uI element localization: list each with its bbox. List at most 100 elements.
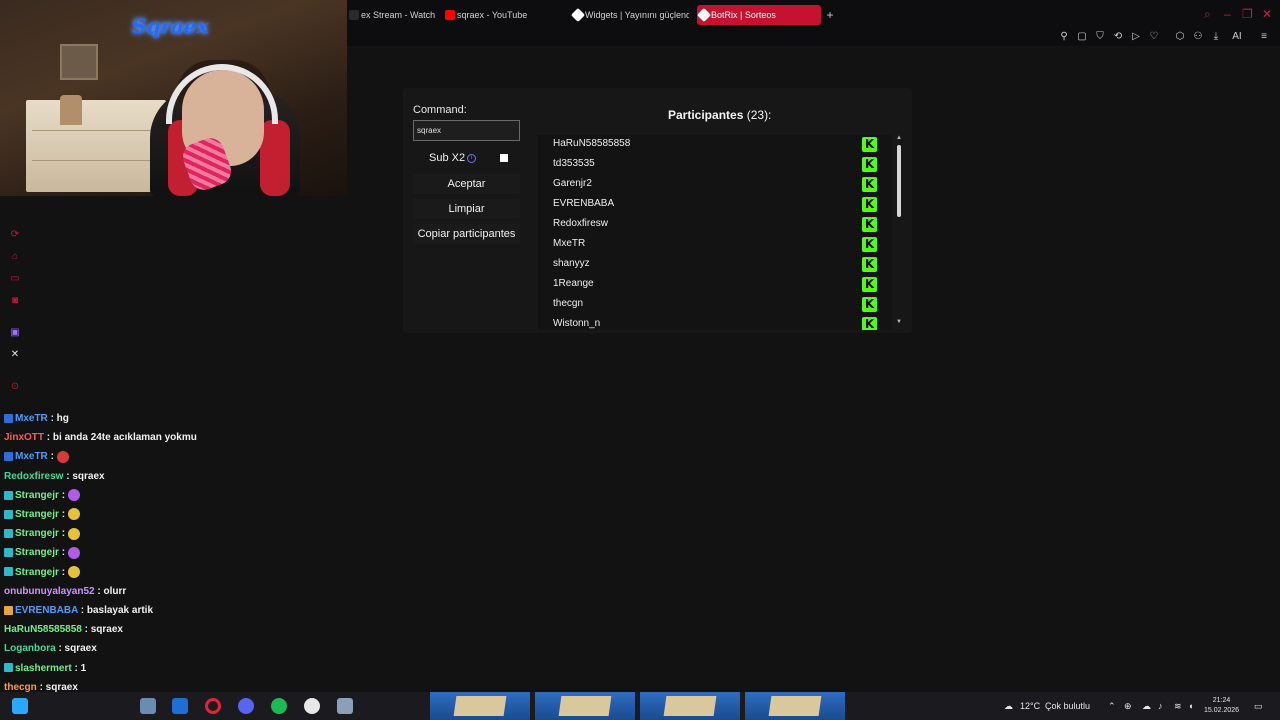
info-icon[interactable]: i <box>467 154 476 163</box>
kick-icon: K <box>862 217 877 232</box>
accept-button[interactable]: Aceptar <box>413 174 520 194</box>
play-icon[interactable]: ▷ <box>1129 30 1143 44</box>
participants-scrollbar[interactable]: ▲ ▼ <box>895 135 903 330</box>
scroll-down-arrow-icon[interactable]: ▼ <box>895 319 903 327</box>
minimize-icon[interactable]: – <box>1224 7 1231 21</box>
notification-icon[interactable]: ▭ <box>1254 692 1263 720</box>
start-icon[interactable] <box>12 698 28 714</box>
chat-emote-icon <box>67 489 80 502</box>
chat-badge-icon <box>4 548 13 558</box>
chat-message: Redoxfiresw : sqraex <box>4 468 105 486</box>
bag-icon[interactable]: ⌂ <box>8 250 22 264</box>
scroll-up-arrow-icon[interactable]: ▲ <box>895 135 903 143</box>
command-input[interactable] <box>413 120 520 141</box>
participant-row: Redoxfiresw K <box>538 215 892 235</box>
maximize-icon[interactable]: ❐ <box>1242 7 1253 21</box>
participant-name: td353535 <box>553 158 595 169</box>
taskbar-preview[interactable] <box>640 692 740 720</box>
chat-username[interactable]: Loganbora <box>4 643 56 654</box>
chat-username[interactable]: Strangejr <box>15 528 59 539</box>
chat-username[interactable]: slashermert <box>15 663 72 674</box>
tab-widgets[interactable]: Widgets | Yayınını güçlend <box>571 5 689 25</box>
twitch-icon[interactable]: ▣ <box>8 326 22 340</box>
chat-username[interactable]: MxeTR <box>15 451 48 462</box>
messenger-icon[interactable]: ◙ <box>8 294 22 308</box>
more-icon[interactable]: ⊙ <box>8 380 22 394</box>
snapshot-icon[interactable]: ▢ <box>1075 30 1089 44</box>
taskbar-preview[interactable] <box>430 692 530 720</box>
chat-username[interactable]: Redoxfiresw <box>4 471 63 482</box>
weather-desc[interactable]: Çok bulutlu <box>1045 692 1090 720</box>
tray-chevron-icon[interactable]: ⌃ <box>1108 692 1116 720</box>
chat-text: : bi anda 24te acıklaman yokmu <box>46 432 197 444</box>
tab-youtube[interactable]: sqraex - YouTube <box>443 5 563 25</box>
participant-name: Garenjr2 <box>553 178 592 189</box>
crop-icon[interactable]: ⟲ <box>1111 30 1125 44</box>
volume-icon[interactable]: ◖ <box>1188 692 1193 720</box>
chat-username[interactable]: MxeTR <box>15 413 48 424</box>
participant-name: MxeTR <box>553 238 586 249</box>
shield-icon[interactable]: ⛉ <box>1093 30 1107 44</box>
cloud-icon[interactable]: ☁ <box>1142 692 1151 720</box>
sub-x2-label: Sub X2 <box>429 152 466 164</box>
pin-icon[interactable]: ⚲ <box>1057 30 1071 44</box>
menu-icon[interactable]: ≡ <box>1257 30 1271 44</box>
mic-icon[interactable]: ♪ <box>1158 692 1163 720</box>
account-icon[interactable]: ⚇ <box>1191 30 1205 44</box>
chat-username[interactable]: HaRuN58585858 <box>4 624 82 635</box>
mail-icon[interactable] <box>172 698 188 714</box>
taskbar-preview[interactable] <box>535 692 635 720</box>
clear-button[interactable]: Limpiar <box>413 199 520 219</box>
spotify-icon[interactable] <box>271 698 287 714</box>
kick-icon: K <box>862 197 877 212</box>
explorer-icon[interactable] <box>140 698 156 714</box>
history-icon[interactable]: ⟳ <box>8 228 22 242</box>
copy-participants-button[interactable]: Copiar participantes <box>413 224 520 244</box>
chat-username[interactable]: thecgn <box>4 682 37 692</box>
chat-username[interactable]: Strangejr <box>15 490 59 501</box>
network-icon[interactable]: ⊕ <box>1124 692 1132 720</box>
search-icon[interactable]: ⌕ <box>1204 7 1211 22</box>
ai-button[interactable]: AI <box>1227 30 1247 44</box>
chat-emote-icon <box>67 508 80 521</box>
chat-badge-icon <box>4 663 13 673</box>
chat-username[interactable]: onubunuyalayan52 <box>4 586 95 597</box>
chat-username[interactable]: Strangejr <box>15 547 59 558</box>
scroll-thumb[interactable] <box>897 145 901 217</box>
wall-picture <box>60 44 98 80</box>
chat-username[interactable]: JinxOTT <box>4 432 44 443</box>
taskbar-preview[interactable] <box>745 692 845 720</box>
new-tab-button[interactable]: + <box>823 8 837 22</box>
kick-icon: K <box>862 317 877 330</box>
chat-username[interactable]: EVRENBABA <box>15 605 78 616</box>
close-icon[interactable]: ✕ <box>1262 7 1272 21</box>
tab-title: Widgets | Yayınını güçlend <box>585 10 689 20</box>
extensions-icon[interactable]: ⬡ <box>1173 30 1187 44</box>
sub-x2-checkbox[interactable] <box>500 154 508 162</box>
app-icon[interactable] <box>337 698 353 714</box>
windows-taskbar: ☁ 12°C Çok bulutlu ⌃ ⊕ ☁ ♪ ≋ ◖ 21:24 15.… <box>0 692 1280 720</box>
chat-username[interactable]: Strangejr <box>15 567 59 578</box>
clock[interactable]: 21:24 15.02.2026 <box>1204 696 1239 720</box>
participants-list[interactable]: HaRuN58585858 K td353535 K Garenjr2 K EV… <box>538 135 892 330</box>
weather-temp[interactable]: 12°C <box>1020 692 1040 720</box>
heart-icon[interactable]: ♡ <box>1147 30 1161 44</box>
tab-botrix-sorteos[interactable]: BotRix | Sorteos <box>697 5 821 25</box>
weather-icon[interactable]: ☁ <box>1004 692 1013 720</box>
chat-emote-icon <box>67 565 80 578</box>
wifi-icon[interactable]: ≋ <box>1174 692 1182 720</box>
opera-icon[interactable] <box>205 698 221 714</box>
x-icon[interactable]: ✕ <box>8 348 22 362</box>
kick-icon: K <box>862 237 877 252</box>
chat-message: Loganbora : sqraex <box>4 640 97 658</box>
chat-username[interactable]: Strangejr <box>15 509 59 520</box>
wallet-icon[interactable]: ▭ <box>8 272 22 286</box>
download-icon[interactable]: ⤓ <box>1209 30 1223 44</box>
obs-icon[interactable] <box>304 698 320 714</box>
tab-kick-stream[interactable]: ex Stream - Watch Li <box>347 5 435 25</box>
chat-message: slashermert : 1 <box>4 660 86 678</box>
chat-badge-icon <box>4 490 13 500</box>
discord-icon[interactable] <box>238 698 254 714</box>
browser-tab-bar: ex Stream - Watch Li sqraex - YouTube Wi… <box>347 0 1280 30</box>
participant-row: HaRuN58585858 K <box>538 135 892 155</box>
